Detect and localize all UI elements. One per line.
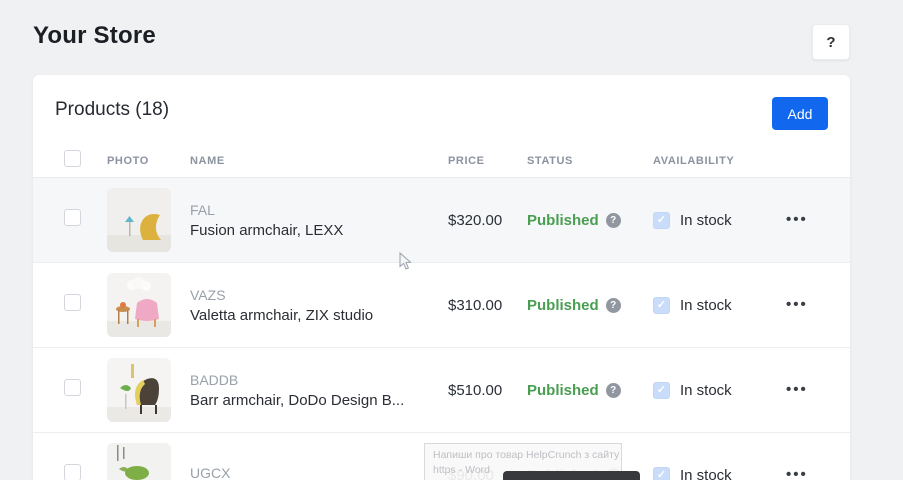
products-card: Products (18) Add Photo Name Price Statu… [33, 75, 850, 480]
status-badge: Published [527, 212, 599, 229]
product-photo [107, 443, 171, 480]
more-options-icon[interactable]: ••• [786, 466, 808, 480]
instock-checkbox[interactable]: ✓ [653, 382, 670, 399]
instock-label: In stock [680, 297, 732, 314]
instock-checkbox[interactable]: ✓ [653, 212, 670, 229]
product-code: UGCX [190, 465, 448, 480]
table-row: BADDB Barr armchair, DoDo Design B... $5… [33, 348, 850, 433]
product-name: Fusion armchair, LEXX [190, 222, 448, 239]
status-badge: Published [527, 297, 599, 314]
row-checkbox[interactable] [64, 294, 81, 311]
dark-overlay-bar [503, 471, 640, 480]
more-options-icon[interactable]: ••• [786, 381, 808, 398]
row-checkbox[interactable] [64, 464, 81, 480]
column-header-name: Name [190, 155, 448, 167]
help-button[interactable]: ? [812, 24, 850, 60]
status-help-icon[interactable]: ? [606, 298, 621, 313]
table-header: Photo Name Price Status Availability [33, 145, 850, 178]
product-code: BADDB [190, 372, 448, 388]
instock-label: In stock [680, 212, 732, 229]
product-photo [107, 358, 171, 422]
instock-label: In stock [680, 382, 732, 399]
mouse-cursor-icon [399, 252, 412, 276]
page-title: Your Store [33, 22, 156, 50]
product-price: $310.00 [448, 297, 527, 314]
product-photo [107, 273, 171, 337]
product-code: FAL [190, 202, 448, 218]
column-header-availability: Availability [653, 155, 783, 167]
row-checkbox[interactable] [64, 379, 81, 396]
card-header: Products (18) Add [33, 75, 850, 145]
products-heading: Products (18) [55, 99, 828, 121]
row-checkbox[interactable] [64, 209, 81, 226]
status-help-icon[interactable]: ? [606, 383, 621, 398]
more-options-icon[interactable]: ••• [786, 296, 808, 313]
status-badge: Published [527, 382, 599, 399]
product-code: VAZS [190, 287, 448, 303]
tooltip-line1: Напиши про товар HelpCrunch з сайту виро… [433, 448, 613, 463]
table-row: VAZS Valetta armchair, ZIX studio $310.0… [33, 263, 850, 348]
more-options-icon[interactable]: ••• [786, 211, 808, 228]
product-name: Barr armchair, DoDo Design B... [190, 392, 448, 409]
product-price: $510.00 [448, 382, 527, 399]
instock-checkbox[interactable]: ✓ [653, 467, 670, 480]
status-help-icon[interactable]: ? [606, 213, 621, 228]
select-all-checkbox[interactable] [64, 150, 81, 167]
instock-checkbox[interactable]: ✓ [653, 297, 670, 314]
product-price: $320.00 [448, 212, 527, 229]
column-header-status: Status [527, 155, 653, 167]
column-header-photo: Photo [107, 155, 190, 167]
add-button[interactable]: Add [772, 97, 828, 130]
table-row: FAL Fusion armchair, LEXX $320.00 Publis… [33, 178, 850, 263]
product-photo [107, 188, 171, 252]
product-name: Valetta armchair, ZIX studio [190, 307, 448, 324]
instock-label: In stock [680, 467, 732, 480]
column-header-price: Price [448, 155, 527, 167]
